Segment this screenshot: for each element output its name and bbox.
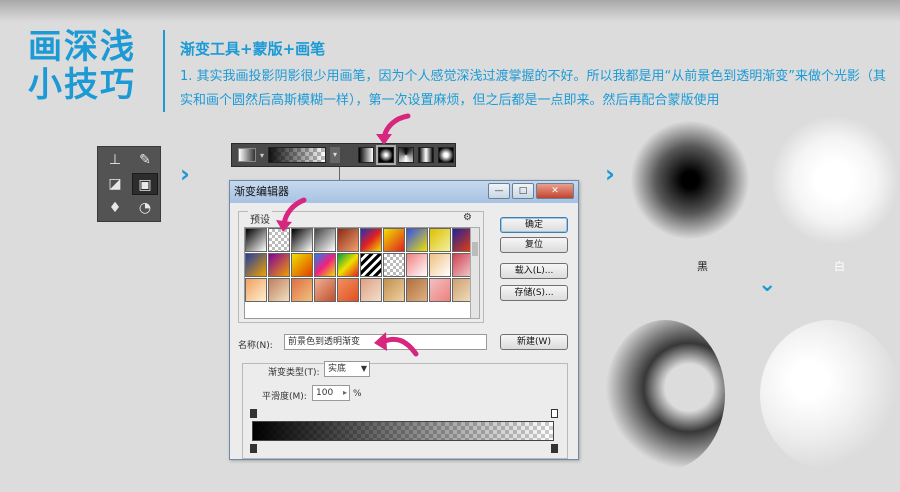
- chevron-right-icon: ›: [180, 160, 190, 188]
- preset-swatch[interactable]: [383, 253, 405, 277]
- gradient-picker-dropdown[interactable]: ▾: [330, 147, 341, 163]
- opacity-stop-right[interactable]: [551, 409, 558, 418]
- color-stop-right[interactable]: [551, 444, 558, 453]
- white-brush-preview: [770, 115, 900, 245]
- preset-swatch[interactable]: [245, 228, 267, 252]
- gradient-bar[interactable]: [252, 421, 554, 441]
- preset-swatch[interactable]: [245, 253, 267, 277]
- preset-swatch[interactable]: [291, 253, 313, 277]
- smoothness-unit: %: [353, 389, 362, 399]
- white-label: 白: [834, 260, 845, 273]
- gradient-type-select[interactable]: 实底 ▼: [324, 361, 370, 377]
- linear-gradient-icon[interactable]: [358, 147, 375, 163]
- load-button[interactable]: 载入(L)...: [500, 263, 568, 279]
- big-title-line1: 画深浅: [28, 27, 136, 67]
- preset-swatch[interactable]: [337, 278, 359, 302]
- preset-swatch[interactable]: [452, 253, 471, 277]
- preset-swatch[interactable]: [337, 228, 359, 252]
- ok-button[interactable]: 确定: [500, 217, 568, 233]
- stamp-icon[interactable]: ⊥: [102, 149, 128, 171]
- preset-swatch[interactable]: [245, 278, 267, 302]
- maximize-button[interactable]: □: [512, 183, 534, 199]
- preset-swatch[interactable]: [452, 228, 471, 252]
- reflected-gradient-icon[interactable]: [418, 147, 435, 163]
- chevron-down-icon: ▼: [360, 364, 367, 373]
- preset-swatch[interactable]: [268, 278, 290, 302]
- gradient-options-bar: ▾ ▾: [231, 143, 456, 167]
- preset-swatch[interactable]: [360, 278, 382, 302]
- preset-swatch[interactable]: [383, 278, 405, 302]
- history-brush-icon[interactable]: ✎: [132, 149, 158, 171]
- big-title-line2: 小技巧: [28, 65, 136, 105]
- preset-swatch[interactable]: [452, 278, 471, 302]
- heading: 渐变工具+蒙版+画笔: [180, 40, 326, 58]
- preset-swatch[interactable]: [429, 228, 451, 252]
- preset-swatch[interactable]: [360, 228, 382, 252]
- new-button[interactable]: 新建(W): [500, 334, 568, 350]
- preset-swatch[interactable]: [406, 228, 428, 252]
- preset-swatch[interactable]: [383, 228, 405, 252]
- eraser-icon[interactable]: ◪: [102, 173, 128, 195]
- description: 1. 其实我画投影阴影很少用画笔，因为个人感觉深浅过渡掌握的不好。所以我都是用“…: [180, 69, 887, 108]
- name-label: 名称(N):: [238, 341, 273, 351]
- smoothness-value: 100: [316, 388, 334, 398]
- pointer-arrow-icon: [276, 197, 307, 232]
- preset-swatch[interactable]: [268, 253, 290, 277]
- gradient-preview[interactable]: [268, 147, 327, 163]
- preset-scrollbar[interactable]: [470, 227, 480, 319]
- preset-swatch[interactable]: [406, 253, 428, 277]
- presets-label: 预设: [248, 211, 272, 226]
- save-button[interactable]: 存储(S)...: [500, 285, 568, 301]
- preset-swatch[interactable]: [429, 253, 451, 277]
- big-title: 画深浅 小技巧: [28, 28, 158, 104]
- chevron-right-small-icon: ▸: [342, 388, 347, 397]
- smoothness-label: 平滑度(M):: [262, 392, 307, 402]
- smoothness-input[interactable]: 100 ▸: [312, 385, 350, 401]
- top-band: [0, 0, 900, 22]
- preset-grid: [244, 227, 472, 319]
- tool-preset-icon[interactable]: [238, 148, 256, 162]
- masked-white-preview: [760, 320, 900, 470]
- blur-icon[interactable]: ♦: [102, 197, 128, 219]
- reset-button[interactable]: 复位: [500, 237, 568, 253]
- chevron-down-icon: ⌄: [758, 272, 777, 297]
- preset-swatch[interactable]: [314, 253, 336, 277]
- gear-icon[interactable]: ⚙: [463, 212, 472, 223]
- radial-gradient-icon[interactable]: [376, 145, 397, 165]
- preset-swatch[interactable]: [314, 278, 336, 302]
- opacity-stop-left[interactable]: [250, 409, 257, 418]
- gradient-tool-icon[interactable]: ▣: [132, 173, 158, 195]
- black-brush-preview: [630, 120, 750, 240]
- angle-gradient-icon[interactable]: [398, 147, 415, 163]
- preset-swatch[interactable]: [291, 278, 313, 302]
- pointer-arrow-icon: [374, 332, 419, 357]
- pointer-arrow-icon: [376, 113, 411, 145]
- toolbox-panel: ⊥ ✎ ◪ ▣ ♦ ◔: [97, 146, 161, 222]
- gradient-type-value: 实底: [328, 364, 347, 374]
- preset-swatch[interactable]: [314, 228, 336, 252]
- black-label: 黑: [697, 260, 708, 273]
- minimize-button[interactable]: —: [488, 183, 510, 199]
- preset-swatch[interactable]: [360, 253, 382, 277]
- diamond-gradient-icon[interactable]: [438, 147, 455, 163]
- dropdown-arrow-icon[interactable]: ▾: [260, 151, 264, 160]
- title-divider: [163, 30, 165, 112]
- masked-black-preview: [605, 320, 725, 470]
- gradient-type-label: 渐变类型(T):: [268, 368, 320, 378]
- color-stop-left[interactable]: [250, 444, 257, 453]
- dodge-icon[interactable]: ◔: [132, 197, 158, 219]
- close-button[interactable]: ✕: [536, 183, 574, 199]
- preset-swatch[interactable]: [406, 278, 428, 302]
- preset-swatch[interactable]: [429, 278, 451, 302]
- chevron-right-icon: ›: [605, 160, 615, 188]
- preset-swatch[interactable]: [337, 253, 359, 277]
